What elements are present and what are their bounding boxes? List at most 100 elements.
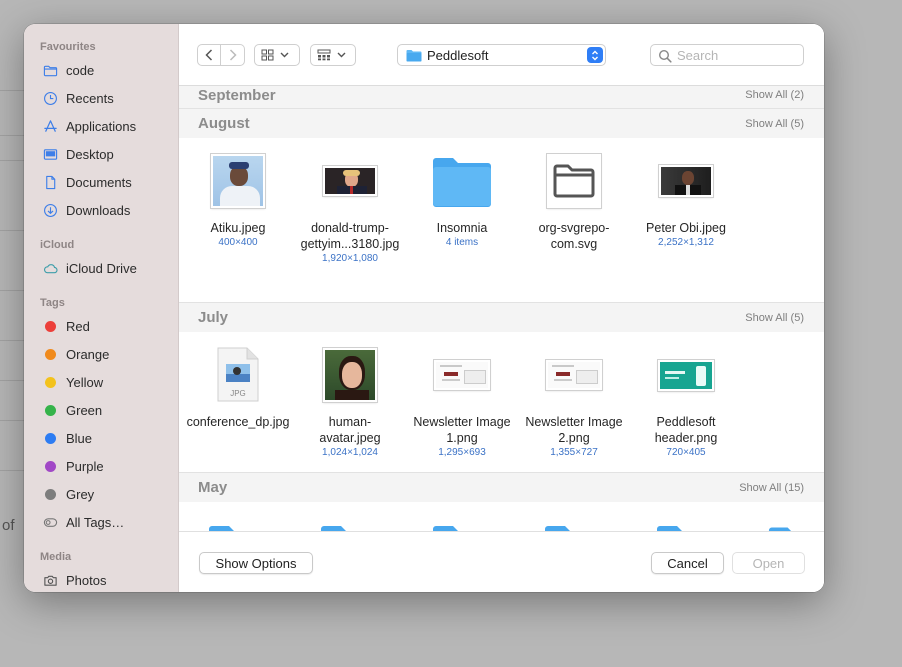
dialog-footer: Show Options Cancel Open — [179, 531, 824, 592]
sidebar-item-downloads[interactable]: Downloads — [24, 196, 178, 224]
file-item[interactable]: Peddlesoft header.png 720×405 — [630, 340, 742, 460]
view-mode-button[interactable] — [254, 44, 300, 66]
download-icon — [42, 202, 58, 218]
file-item[interactable]: donald-trump-gettyim...3180.jpg 1,920×1,… — [294, 146, 406, 266]
show-all-button[interactable]: Show All (2) — [745, 89, 804, 101]
sidebar-all-tags[interactable]: All Tags… — [24, 508, 178, 536]
location-label: Peddlesoft — [427, 47, 489, 63]
sidebar-item-recents[interactable]: Recents — [24, 84, 178, 112]
folder-icon — [182, 522, 294, 531]
sidebar-tag-yellow[interactable]: Yellow — [24, 368, 178, 396]
file-name: Atiku.jpeg — [210, 221, 266, 235]
sidebar-item-label: Red — [66, 318, 90, 334]
sidebar-item-label: iCloud Drive — [66, 260, 137, 276]
cancel-button[interactable]: Cancel — [651, 552, 724, 574]
folder-icon — [630, 522, 742, 531]
cloud-icon — [42, 260, 58, 276]
folder-icon — [406, 49, 422, 61]
file-name: human-avatar.jpeg — [319, 415, 381, 445]
nav-buttons — [197, 44, 245, 66]
file-item[interactable]: org-svgrepo-com.svg — [518, 146, 630, 252]
group-by-button[interactable] — [310, 44, 356, 66]
search-input[interactable] — [677, 47, 797, 63]
tag-dot-icon — [42, 374, 58, 390]
open-button[interactable]: Open — [732, 552, 805, 574]
sidebar-item-label: Documents — [66, 174, 132, 190]
sidebar-item-code[interactable]: code — [24, 56, 178, 84]
folder-item[interactable] — [518, 522, 630, 531]
tag-dot-icon — [42, 458, 58, 474]
updown-chevron-icon — [587, 47, 603, 63]
show-all-button[interactable]: Show All (15) — [739, 482, 804, 494]
sidebar-item-icloud-drive[interactable]: iCloud Drive — [24, 254, 178, 282]
sidebar-item-applications[interactable]: Applications — [24, 112, 178, 140]
folder-icon — [294, 522, 406, 531]
section-title: May — [198, 479, 228, 496]
sidebar-item-label: All Tags… — [66, 514, 125, 530]
folder-item[interactable] — [182, 522, 294, 531]
folder-icon — [518, 522, 630, 531]
folder-item[interactable]: Insomnia 4 items — [406, 146, 518, 250]
clock-icon — [42, 90, 58, 106]
sidebar-tag-grey[interactable]: Grey — [24, 480, 178, 508]
folder-item[interactable] — [294, 522, 406, 531]
file-name: org-svgrepo-com.svg — [538, 221, 610, 251]
sidebar-item-desktop[interactable]: Desktop — [24, 140, 178, 168]
location-popup[interactable]: Peddlesoft — [397, 44, 606, 66]
sidebar-tag-green[interactable]: Green — [24, 396, 178, 424]
open-file-dialog: Favourites code Recents Applications Des… — [24, 24, 824, 592]
svg-file-thumbnail — [518, 146, 630, 216]
back-button[interactable] — [197, 44, 221, 66]
file-meta: 1,024×1,024 — [322, 447, 378, 458]
sidebar-item-documents[interactable]: Documents — [24, 168, 178, 196]
forward-button[interactable] — [221, 44, 245, 66]
document-icon — [42, 174, 58, 190]
tag-dot-icon — [42, 346, 58, 362]
desktop-icon — [42, 146, 58, 162]
folder-item[interactable] — [630, 522, 742, 531]
file-name: Insomnia — [436, 221, 488, 235]
file-item[interactable]: Newsletter Image 1.png 1,295×693 — [406, 340, 518, 460]
show-all-button[interactable]: Show All (5) — [745, 312, 804, 324]
section-title: September — [198, 86, 276, 104]
show-all-button[interactable]: Show All (5) — [745, 118, 804, 130]
folder-item[interactable] — [406, 522, 518, 531]
svg-text:JPG: JPG — [230, 389, 246, 398]
file-meta: 2,252×1,312 — [658, 237, 714, 248]
file-browser: September Show All (2) August Show All (… — [179, 86, 824, 531]
sidebar-tag-purple[interactable]: Purple — [24, 452, 178, 480]
sidebar-item-label: Yellow — [66, 374, 104, 390]
chevron-down-icon — [280, 52, 289, 58]
sidebar-item-photos[interactable]: Photos — [24, 566, 178, 592]
sidebar-item-label: Orange — [66, 346, 110, 362]
search-field[interactable] — [650, 44, 804, 66]
file-item[interactable]: Atiku.jpeg 400×400 — [182, 146, 294, 250]
section-header-september: September Show All (2) — [179, 86, 824, 108]
folder-icon — [406, 146, 518, 216]
section-header-july: July Show All (5) — [179, 302, 824, 332]
file-meta: 4 items — [445, 237, 479, 248]
tag-dot-icon — [42, 318, 58, 334]
file-item[interactable]: human-avatar.jpeg 1,024×1,024 — [294, 340, 406, 460]
file-item[interactable]: Peter Obi.jpeg 2,252×1,312 — [630, 146, 742, 250]
all-tags-icon — [42, 514, 58, 530]
folder-item[interactable] — [742, 522, 824, 531]
section-title: July — [198, 309, 229, 326]
sidebar-item-label: Downloads — [66, 202, 131, 218]
file-item[interactable]: JPG conference_dp.jpg — [182, 340, 294, 430]
file-item[interactable]: Newsletter Image 2.png 1,355×727 — [518, 340, 630, 460]
sidebar-item-label: code — [66, 62, 95, 78]
section-header-may: May Show All (15) — [179, 472, 824, 502]
jpg-document-icon: JPG — [182, 340, 294, 410]
group-grid-icon — [317, 49, 331, 61]
image-thumbnail — [630, 146, 742, 216]
sidebar-tag-red[interactable]: Red — [24, 312, 178, 340]
show-options-button[interactable]: Show Options — [199, 552, 313, 574]
chevron-left-icon — [205, 49, 213, 61]
sidebar-heading-tags: Tags — [40, 297, 65, 309]
sidebar-item-label: Green — [66, 402, 103, 418]
sidebar-tag-blue[interactable]: Blue — [24, 424, 178, 452]
sidebar-tag-orange[interactable]: Orange — [24, 340, 178, 368]
main-panel: Peddlesoft September Show All (2) August… — [179, 24, 824, 592]
sidebar-item-label: Desktop — [66, 146, 114, 162]
